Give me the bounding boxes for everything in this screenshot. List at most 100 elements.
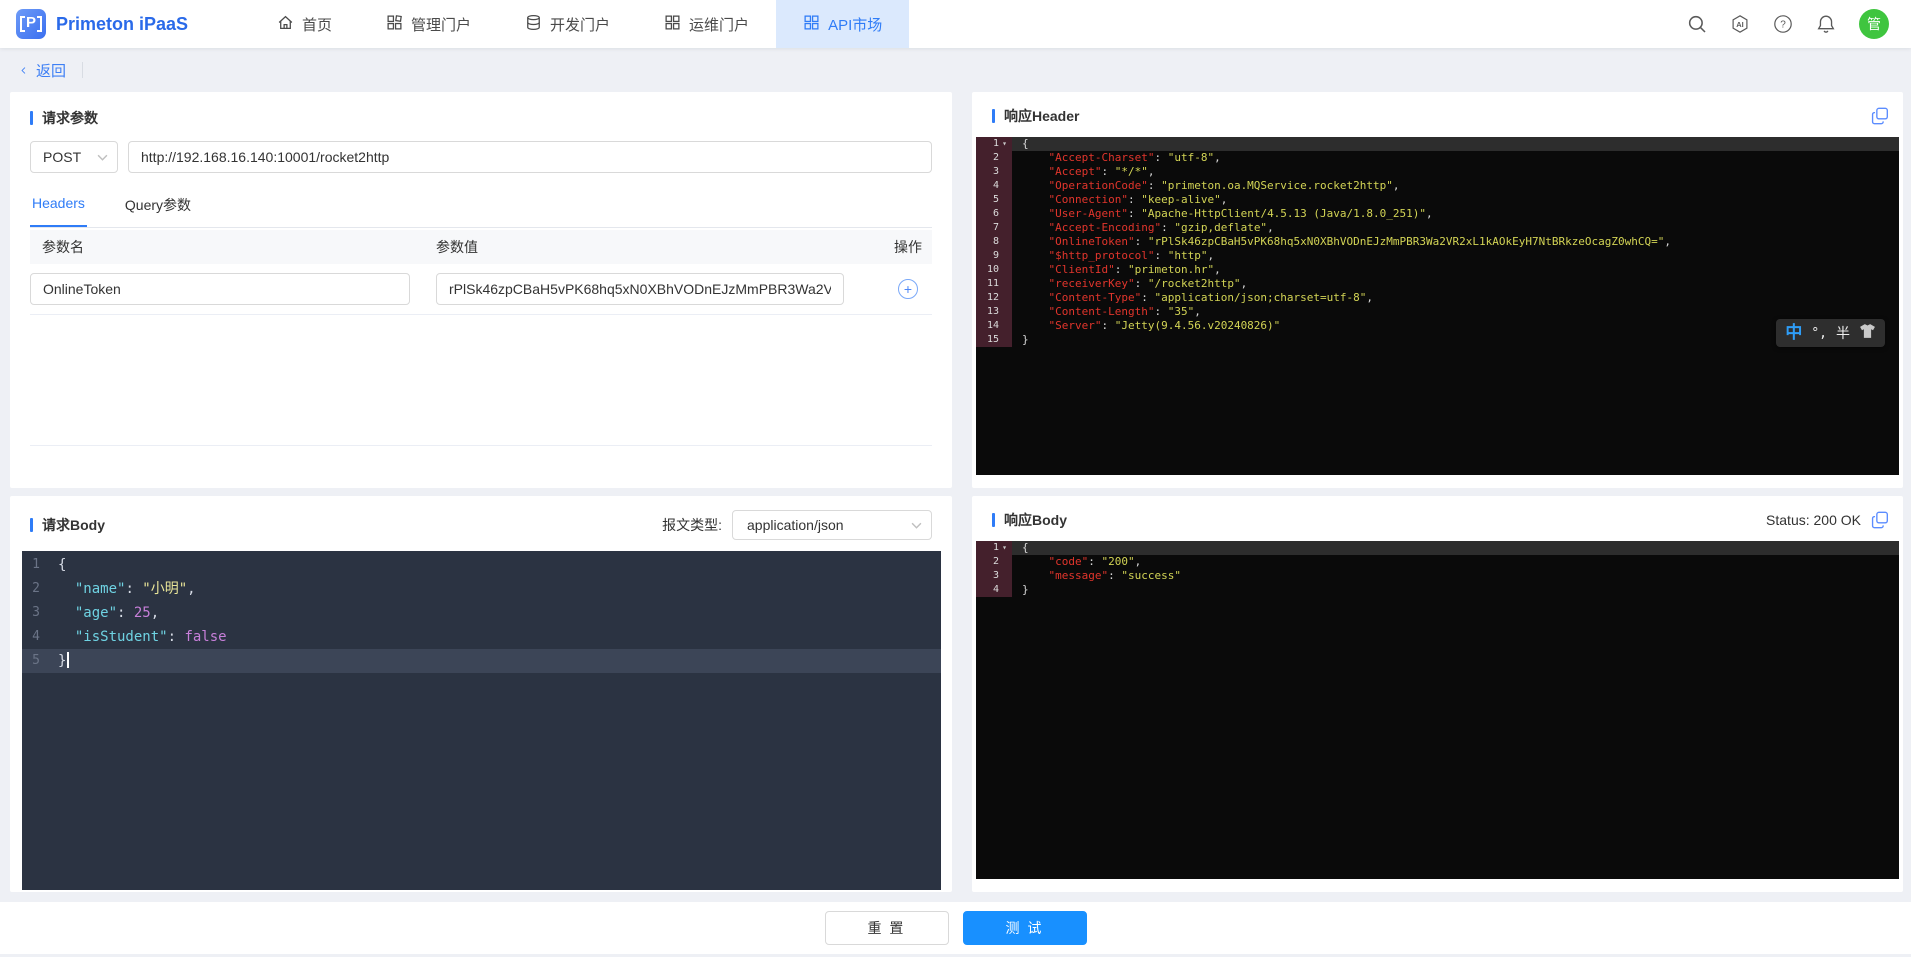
brand[interactable]: P Primeton iPaaS bbox=[0, 0, 250, 48]
request-params-title: 请求参数 bbox=[30, 108, 932, 128]
code-line: 11 "receiverKey": "/rocket2http", bbox=[976, 277, 1899, 291]
nav-item-label: 开发门户 bbox=[550, 14, 610, 35]
copy-icon[interactable] bbox=[1871, 107, 1889, 125]
primeton-logo-icon: P bbox=[16, 9, 46, 39]
back-bar: 返回 bbox=[0, 48, 1911, 92]
search-icon[interactable] bbox=[1687, 14, 1707, 34]
code-line: 14 "Server": "Jetty(9.4.56.v20240826)" bbox=[976, 319, 1899, 333]
test-button[interactable]: 测 试 bbox=[963, 911, 1087, 945]
ime-skin-icon bbox=[1859, 324, 1876, 343]
avatar[interactable]: 管 bbox=[1859, 9, 1889, 39]
body-type-select[interactable]: application/json bbox=[732, 510, 932, 540]
footer-action-bar: 重 置 测 试 bbox=[0, 902, 1911, 954]
column-name: 参数名 bbox=[30, 237, 436, 257]
nav-menu: 首页 管理门户 开发门户 运维门户 API市场 bbox=[250, 0, 909, 48]
request-body-editor[interactable]: 1 {2 "name": "小明",3 "age": 25,4 "isStude… bbox=[22, 551, 941, 890]
add-param-button[interactable]: + bbox=[898, 279, 918, 299]
code-line: 4 } bbox=[976, 583, 1899, 597]
ime-halfwidth-indicator: 半 bbox=[1836, 323, 1850, 343]
svg-text:AI: AI bbox=[1736, 20, 1744, 29]
grid-icon bbox=[664, 14, 681, 35]
tab-query-params[interactable]: Query参数 bbox=[123, 189, 193, 227]
top-navbar: P Primeton iPaaS 首页 管理门户 开发门户 运维门户 API市场… bbox=[0, 0, 1911, 48]
title-accent-bar bbox=[992, 109, 995, 123]
nav-item-dev-portal[interactable]: 开发门户 bbox=[498, 0, 637, 48]
grid-icon bbox=[386, 14, 403, 35]
title-accent-bar bbox=[30, 111, 33, 125]
ime-status-bar[interactable]: 中 °, 半 bbox=[1776, 319, 1885, 347]
response-header-title: 响应Header bbox=[992, 106, 1079, 126]
ai-assistant-icon[interactable]: AI bbox=[1730, 14, 1750, 34]
code-line: 2 "name": "小明", bbox=[22, 577, 941, 601]
code-line: 1▾{ bbox=[976, 541, 1899, 555]
param-value-input[interactable] bbox=[436, 273, 844, 305]
request-body-panel: 请求Body 报文类型: application/json 1 {2 "name… bbox=[10, 496, 952, 892]
url-input[interactable] bbox=[128, 141, 932, 173]
title-accent-bar bbox=[30, 518, 33, 532]
code-line: 1▾{ bbox=[976, 137, 1899, 151]
param-name-input[interactable] bbox=[30, 273, 410, 305]
svg-text:?: ? bbox=[1780, 20, 1786, 31]
nav-item-api-market[interactable]: API市场 bbox=[776, 0, 909, 48]
status-badge: Status: 200 OK bbox=[1766, 512, 1861, 528]
nav-item-admin-portal[interactable]: 管理门户 bbox=[359, 0, 498, 48]
code-line: 2 "code": "200", bbox=[976, 555, 1899, 569]
code-line: 15 } bbox=[976, 333, 1899, 347]
home-icon bbox=[277, 14, 294, 35]
response-body-title: 响应Body bbox=[992, 510, 1067, 530]
nav-item-label: API市场 bbox=[828, 14, 882, 35]
response-header-editor[interactable]: 中 °, 半 1▾{2 "Accept-Charset": "utf-8",3 … bbox=[976, 137, 1899, 475]
method-select[interactable]: POST bbox=[30, 141, 118, 173]
code-line: 3 "age": 25, bbox=[22, 601, 941, 625]
code-line: 2 "Accept-Charset": "utf-8", bbox=[976, 151, 1899, 165]
nav-item-label: 运维门户 bbox=[689, 14, 749, 35]
chevron-down-icon bbox=[911, 522, 922, 529]
divider bbox=[30, 445, 932, 446]
code-line: 5 "Connection": "keep-alive", bbox=[976, 193, 1899, 207]
reset-button[interactable]: 重 置 bbox=[825, 911, 949, 945]
code-line: 7 "Accept-Encoding": "gzip,deflate", bbox=[976, 221, 1899, 235]
copy-icon[interactable] bbox=[1871, 511, 1889, 529]
code-line: 10 "ClientId": "primeton.hr", bbox=[976, 263, 1899, 277]
ime-language-indicator: 中 bbox=[1785, 325, 1802, 342]
body-type-value: application/json bbox=[747, 517, 844, 533]
response-body-editor[interactable]: 1▾{2 "code": "200",3 "message": "success… bbox=[976, 541, 1899, 879]
body-type-label: 报文类型: bbox=[662, 515, 722, 535]
code-line: 8 "OnlineToken": "rPlSk46zpCBaH5vPK68hq5… bbox=[976, 235, 1899, 249]
code-line: 4 "isStudent": false bbox=[22, 625, 941, 649]
method-value: POST bbox=[43, 149, 81, 165]
nav-item-label: 管理门户 bbox=[411, 14, 471, 35]
param-table-header: 参数名 参数值 操作 bbox=[30, 230, 932, 264]
code-line: 3 "message": "success" bbox=[976, 569, 1899, 583]
help-icon[interactable]: ? bbox=[1773, 14, 1793, 34]
bell-icon[interactable] bbox=[1816, 14, 1836, 34]
nav-item-ops-portal[interactable]: 运维门户 bbox=[637, 0, 776, 48]
table-row: + bbox=[30, 264, 932, 315]
response-header-panel: 响应Header 中 °, 半 1▾{2 "Accept-Charset": "… bbox=[972, 92, 1903, 488]
text-cursor bbox=[67, 652, 69, 668]
request-body-title: 请求Body bbox=[30, 515, 105, 535]
main-content: 请求参数 POST Headers Query参数 参数名 参数值 操作 bbox=[0, 92, 1911, 892]
navbar-right: AI ? 管 bbox=[1687, 0, 1911, 48]
code-line: 9 "$http_protocol": "http", bbox=[976, 249, 1899, 263]
param-tabs: Headers Query参数 bbox=[30, 189, 932, 228]
code-line: 12 "Content-Type": "application/json;cha… bbox=[976, 291, 1899, 305]
grid-icon bbox=[803, 14, 820, 35]
code-line: 1 { bbox=[22, 553, 941, 577]
nav-item-label: 首页 bbox=[302, 14, 332, 35]
code-line: 5 } bbox=[22, 649, 941, 673]
chevron-left-icon bbox=[18, 67, 29, 74]
back-button[interactable]: 返回 bbox=[18, 60, 66, 81]
column-action: 操作 bbox=[860, 237, 932, 257]
chevron-down-icon bbox=[97, 154, 108, 161]
database-icon bbox=[525, 14, 542, 35]
nav-item-home[interactable]: 首页 bbox=[250, 0, 359, 48]
back-label: 返回 bbox=[36, 60, 66, 81]
request-params-panel: 请求参数 POST Headers Query参数 参数名 参数值 操作 bbox=[10, 92, 952, 488]
brand-name: Primeton iPaaS bbox=[56, 14, 188, 35]
ime-punctuation-indicator: °, bbox=[1811, 326, 1827, 341]
divider bbox=[82, 62, 83, 78]
tab-headers[interactable]: Headers bbox=[30, 189, 87, 227]
code-line: 3 "Accept": "*/*", bbox=[976, 165, 1899, 179]
title-accent-bar bbox=[992, 513, 995, 527]
